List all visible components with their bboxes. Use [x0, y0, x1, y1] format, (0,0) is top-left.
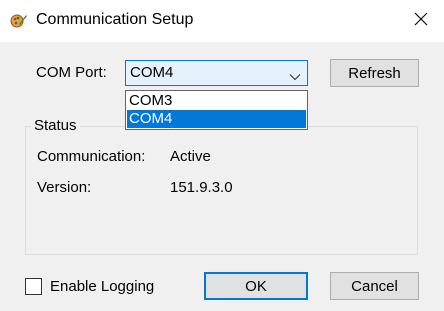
chevron-down-icon — [289, 69, 301, 81]
app-settings-icon — [10, 12, 28, 30]
com-port-select[interactable]: COM4 — [125, 60, 308, 86]
cancel-button[interactable]: Cancel — [330, 272, 419, 300]
com-port-selected-value: COM4 — [130, 64, 174, 81]
dropdown-option-com4[interactable]: COM4 — [127, 110, 306, 128]
close-icon — [414, 12, 428, 30]
enable-logging-label[interactable]: Enable Logging — [50, 278, 154, 295]
com-port-dropdown-list: COM3 COM4 — [125, 90, 308, 130]
communication-label: Communication: — [37, 148, 146, 165]
status-group-title: Status — [31, 117, 80, 134]
communication-value: Active — [170, 148, 211, 165]
ok-button[interactable]: OK — [204, 272, 308, 300]
close-button[interactable] — [398, 0, 444, 42]
title-bar: Communication Setup — [0, 0, 444, 42]
com-port-label: COM Port: — [36, 64, 107, 81]
window-title: Communication Setup — [36, 11, 194, 28]
version-value: 151.9.3.0 — [170, 179, 233, 196]
version-label: Version: — [37, 179, 92, 196]
refresh-button[interactable]: Refresh — [330, 59, 419, 87]
enable-logging-checkbox[interactable] — [25, 278, 42, 295]
dropdown-option-com3[interactable]: COM3 — [127, 92, 306, 110]
